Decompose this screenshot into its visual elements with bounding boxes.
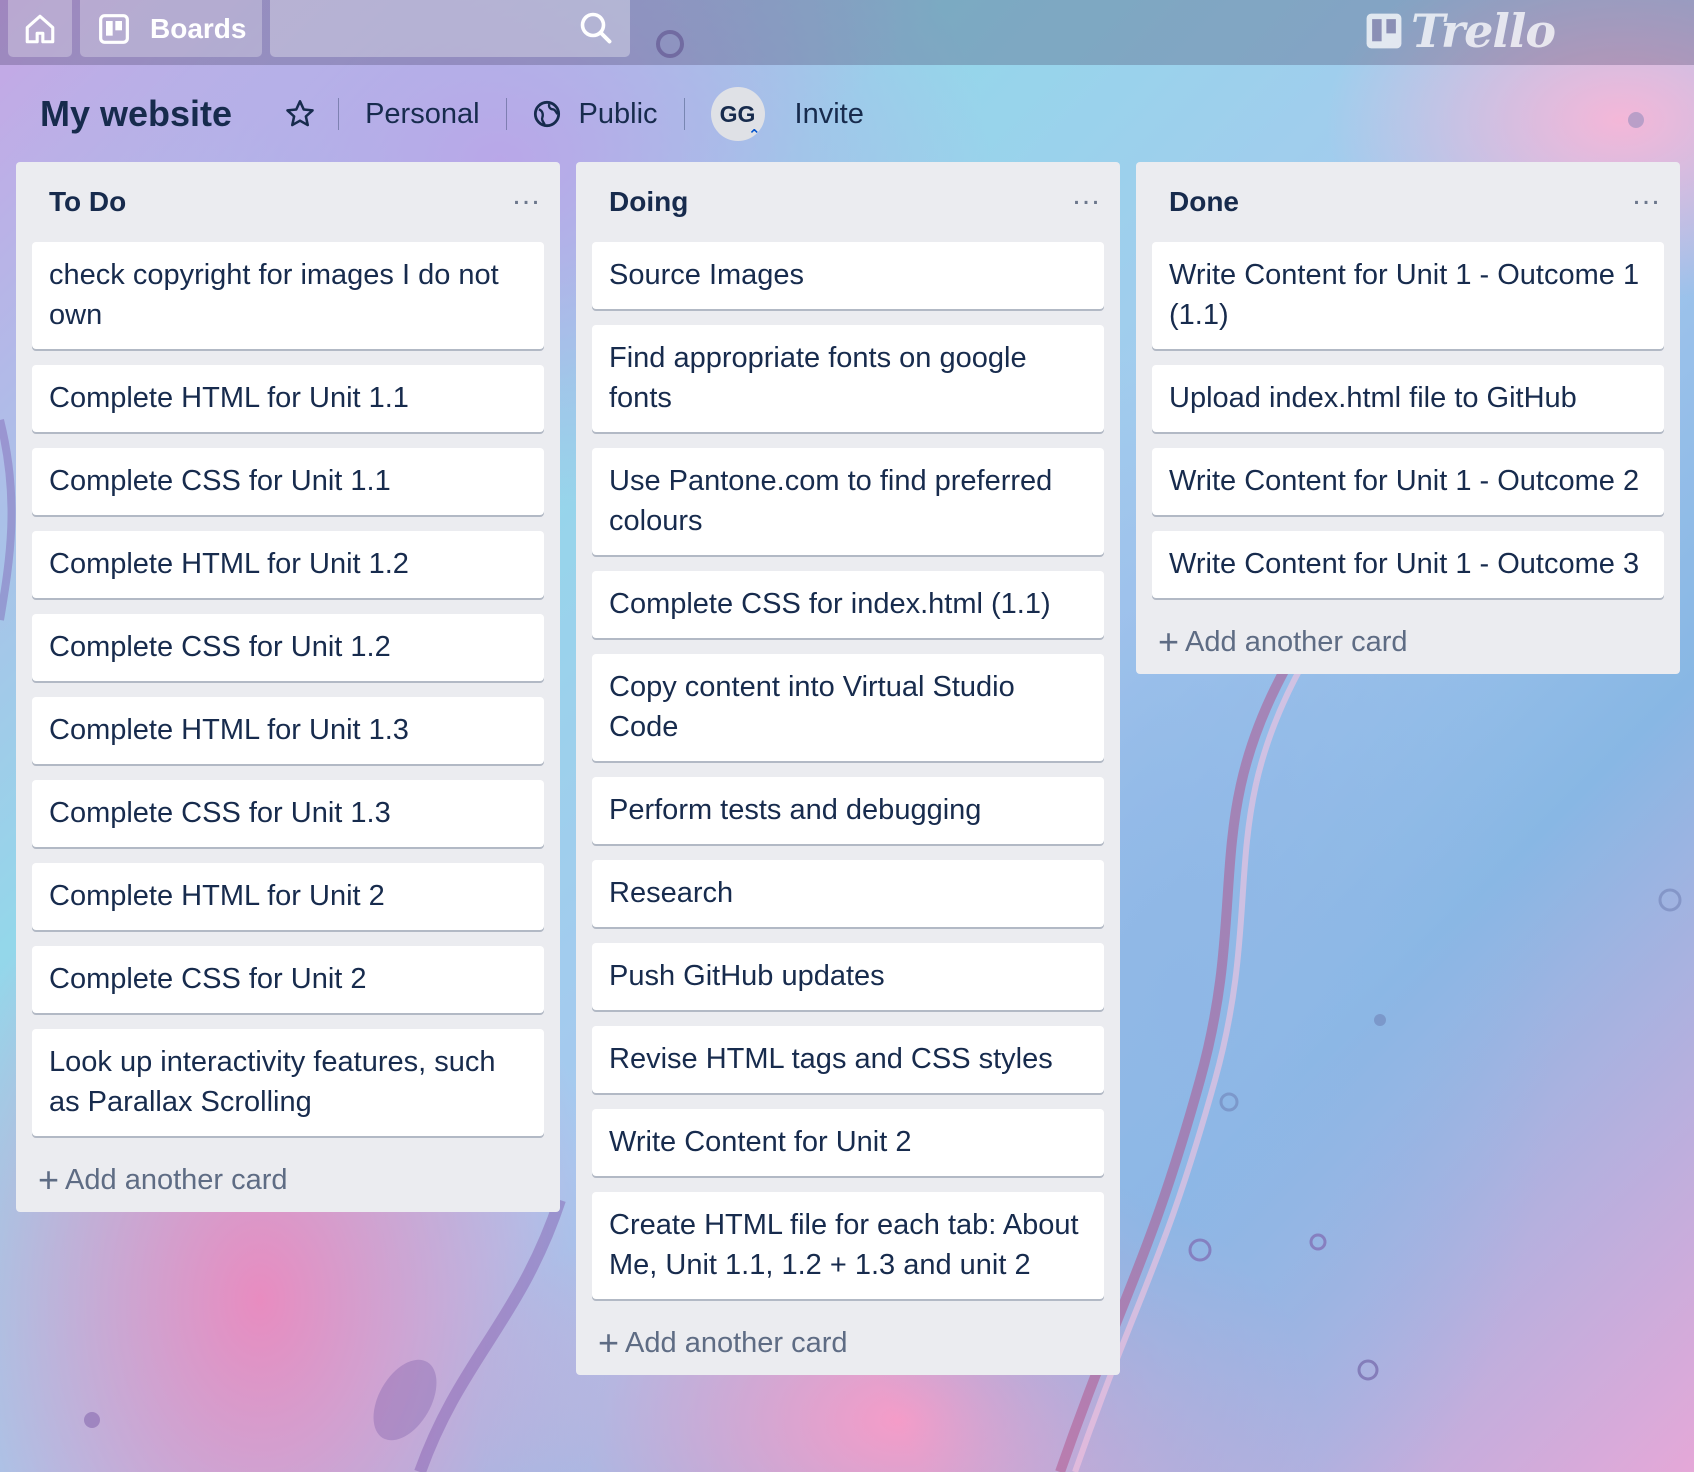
member-avatar[interactable]: GG ⌃ [710, 87, 765, 144]
list-card[interactable]: Write Content for Unit 1 - Outcome 2 [1152, 448, 1664, 515]
list-card[interactable]: Create HTML file for each tab: About Me,… [592, 1192, 1104, 1299]
list-card[interactable]: Find appropriate fonts on google fonts [592, 325, 1104, 432]
list-card[interactable]: Write Content for Unit 1 - Outcome 3 [1152, 531, 1664, 598]
logo-text: Trello [1411, 4, 1556, 58]
globe-icon [533, 100, 560, 128]
list-card[interactable]: Complete HTML for Unit 1.1 [32, 365, 544, 432]
list-header: Done … [1152, 162, 1664, 242]
add-card-label: Add another card [1185, 625, 1408, 658]
list-title[interactable]: To Do [49, 186, 126, 218]
boards-button[interactable]: Boards [80, 0, 262, 57]
list-card[interactable]: Write Content for Unit 2 [592, 1109, 1104, 1176]
board-header: My website Personal Public GG ⌃ Invite [40, 87, 864, 144]
list-card[interactable]: Complete HTML for Unit 2 [32, 863, 544, 930]
admin-chevron-icon: ⌃ [747, 127, 761, 144]
list-card[interactable]: Complete CSS for Unit 1.3 [32, 780, 544, 847]
list-card[interactable]: Perform tests and debugging [592, 777, 1104, 844]
plus-icon: + [38, 1159, 60, 1200]
board-title[interactable]: My website [40, 93, 232, 135]
list-card[interactable]: Complete CSS for Unit 1.2 [32, 614, 544, 681]
list-card[interactable]: Complete CSS for Unit 2 [32, 946, 544, 1013]
list-card[interactable]: Upload index.html file to GitHub [1152, 365, 1664, 432]
list-card[interactable]: Complete HTML for Unit 1.2 [32, 531, 544, 598]
board-icon [99, 13, 129, 44]
list-title[interactable]: Doing [609, 186, 688, 218]
top-bar: Boards Trello [0, 0, 1694, 65]
list-title[interactable]: Done [1169, 186, 1239, 218]
list-card[interactable]: Push GitHub updates [592, 943, 1104, 1010]
list-card[interactable]: Write Content for Unit 1 - Outcome 1 (1.… [1152, 242, 1664, 349]
header-divider [338, 98, 340, 130]
list-card[interactable]: Copy content into Virtual Studio Code [592, 654, 1104, 761]
list-header: To Do … [32, 162, 544, 242]
boards-label: Boards [150, 12, 247, 44]
team-visibility-button[interactable]: Personal [365, 98, 479, 131]
more-options-icon[interactable]: … [511, 180, 542, 214]
list-card[interactable]: Complete CSS for Unit 1.1 [32, 448, 544, 515]
list-card[interactable]: Use Pantone.com to find preferred colour… [592, 448, 1104, 555]
add-card-label: Add another card [625, 1326, 848, 1359]
star-icon[interactable] [284, 98, 316, 130]
home-button[interactable] [8, 0, 72, 57]
trello-logo-icon [1366, 13, 1402, 49]
plus-icon: + [1158, 621, 1180, 662]
list-doing: Doing … Source Images Find appropriate font… [576, 162, 1120, 1375]
add-card-button[interactable]: + Add another card [32, 1148, 544, 1212]
list-card[interactable]: Source Images [592, 242, 1104, 309]
search-input[interactable] [270, 0, 630, 57]
list-card[interactable]: Revise HTML tags and CSS styles [592, 1026, 1104, 1093]
list-to-do: To Do … check copyright for images I do no… [16, 162, 560, 1212]
header-divider [683, 98, 685, 130]
list-card[interactable]: check copyright for images I do not own [32, 242, 544, 349]
list-card[interactable]: Complete HTML for Unit 1.3 [32, 697, 544, 764]
list-card[interactable]: Complete CSS for index.html (1.1) [592, 571, 1104, 638]
visibility-button[interactable]: Public [533, 98, 658, 131]
header-divider [505, 98, 507, 130]
plus-icon: + [598, 1322, 620, 1363]
list-done: Done … Write Content for Unit 1 - Outcome … [1136, 162, 1680, 674]
avatar-initials: GG [719, 100, 756, 127]
add-card-label: Add another card [65, 1163, 288, 1196]
list-card[interactable]: Look up interactivity features, such as … [32, 1029, 544, 1136]
invite-button[interactable]: Invite [795, 98, 864, 131]
add-card-button[interactable]: + Add another card [592, 1311, 1104, 1375]
home-icon [25, 14, 55, 43]
visibility-label: Public [578, 97, 658, 130]
trello-logo[interactable]: Trello [1365, 4, 1556, 58]
more-options-icon[interactable]: … [1071, 180, 1102, 214]
list-card[interactable]: Research [592, 860, 1104, 927]
list-header: Doing … [592, 162, 1104, 242]
search-icon [580, 12, 612, 44]
more-options-icon[interactable]: … [1631, 180, 1662, 214]
add-card-button[interactable]: + Add another card [1152, 610, 1664, 674]
